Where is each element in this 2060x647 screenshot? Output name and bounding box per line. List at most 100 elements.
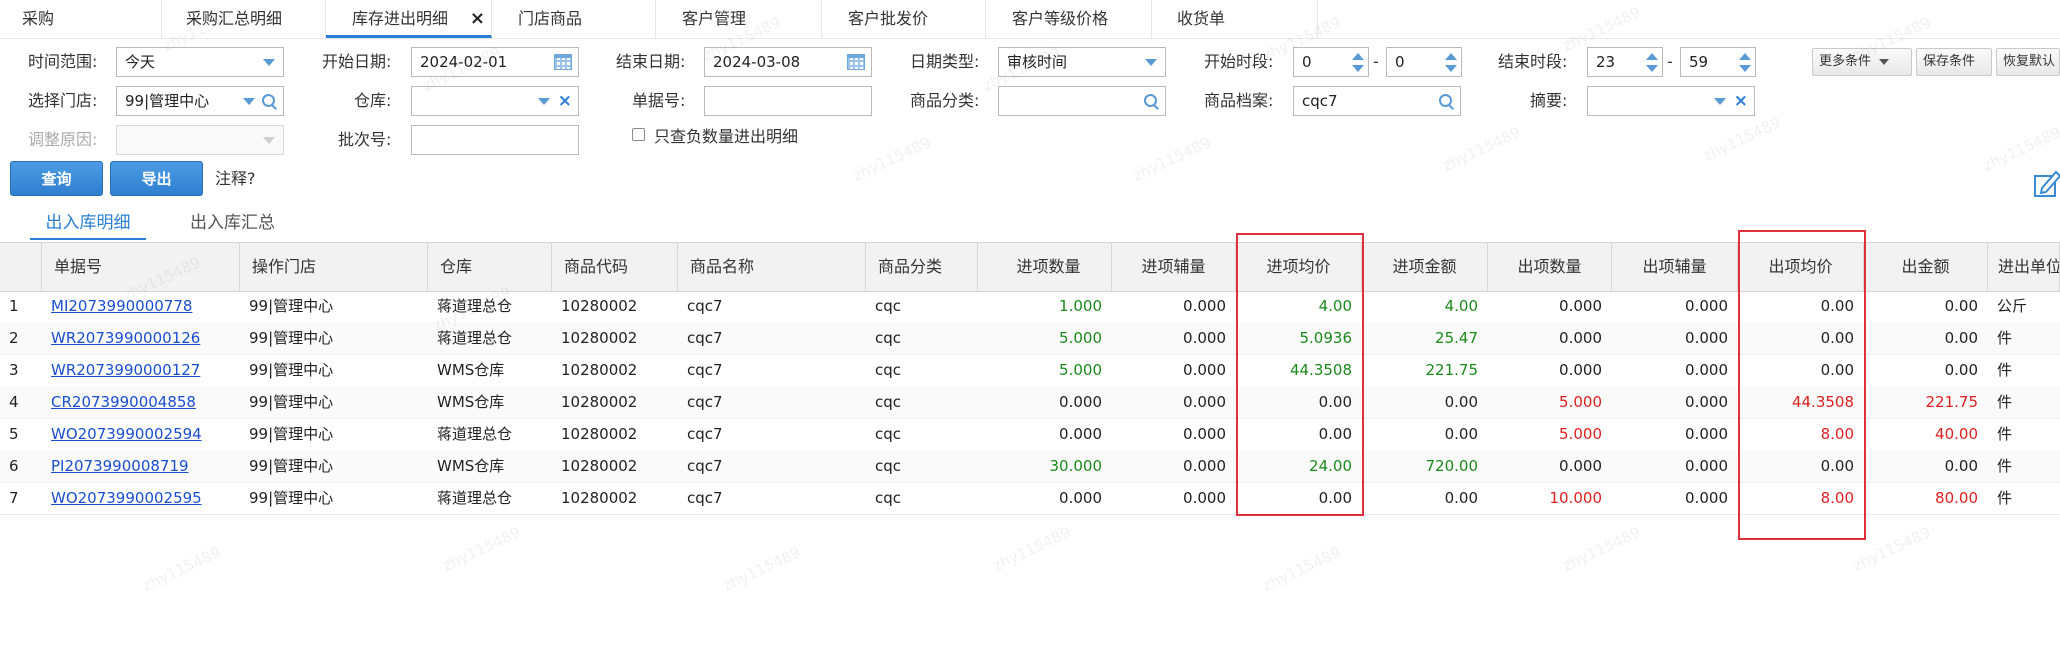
header-in-amount[interactable]: 进项金额 — [1362, 243, 1488, 291]
header-out-qty[interactable]: 出项数量 — [1488, 243, 1612, 291]
negative-only-checkbox[interactable] — [632, 128, 645, 141]
period-separator: - — [1373, 52, 1379, 71]
doc-no-link[interactable]: WR2073990000127 — [42, 354, 240, 386]
row-number: 1 — [9, 297, 19, 315]
time-range-select[interactable]: 今天 — [116, 47, 284, 77]
doc-no-link[interactable]: WR2073990000126 — [42, 322, 240, 354]
table-row[interactable]: 4 CR2073990004858 99|管理中心 WMS仓库 10280002 cqc7… — [0, 386, 2060, 419]
header-product-name[interactable]: 商品名称 — [678, 243, 866, 291]
close-icon[interactable]: × — [470, 0, 485, 38]
spinner-up-icon[interactable] — [1646, 53, 1658, 60]
search-icon[interactable] — [1143, 93, 1159, 109]
header-warehouse[interactable]: 仓库 — [428, 243, 552, 291]
header-in-aux[interactable]: 进项辅量 — [1112, 243, 1236, 291]
caret-down-icon — [1879, 58, 1890, 65]
table-row[interactable]: 5 WO2073990002594 99|管理中心 蒋道理总仓 10280002 cqc7… — [0, 418, 2060, 451]
cell-in-avg: 4.00 — [1318, 297, 1352, 315]
doc-no-link[interactable]: PI2073990008719 — [42, 450, 240, 482]
restore-default-button[interactable]: 恢复默认 — [1996, 48, 2060, 76]
end-minute-spinner[interactable]: 59 — [1680, 47, 1756, 77]
product-file-input[interactable]: cqc7 — [1293, 86, 1461, 116]
calendar-icon[interactable] — [847, 54, 865, 70]
header-out-amount[interactable]: 出金额 — [1864, 243, 1988, 291]
edit-icon[interactable] — [2034, 168, 2060, 198]
cell-category: cqc — [875, 457, 902, 475]
spinner-down-icon[interactable] — [1352, 65, 1364, 72]
header-in-avg[interactable]: 进项均价 — [1236, 243, 1362, 291]
doc-no-input[interactable] — [704, 86, 872, 116]
header-out-avg[interactable]: 出项均价 — [1738, 243, 1864, 291]
more-conditions-button[interactable]: 更多条件 — [1812, 48, 1912, 76]
tab-inventory-detail[interactable]: 库存进出明细 × — [326, 0, 492, 38]
table-row[interactable]: 6 PI2073990008719 99|管理中心 WMS仓库 10280002 cqc7… — [0, 450, 2060, 483]
header-out-aux[interactable]: 出项辅量 — [1612, 243, 1738, 291]
batch-no-input[interactable] — [411, 125, 579, 155]
subtab-in-out-detail[interactable]: 出入库明细 — [30, 210, 146, 240]
spinner-down-icon[interactable] — [1646, 65, 1658, 72]
category-input[interactable] — [998, 86, 1166, 116]
clear-x-icon[interactable]: × — [1734, 87, 1748, 115]
doc-no-link-text[interactable]: PI2073990008719 — [51, 457, 189, 475]
tab-purchase[interactable]: 采购 — [0, 0, 162, 38]
table-row[interactable]: 7 WO2073990002595 99|管理中心 蒋道理总仓 10280002 cqc7… — [0, 482, 2060, 515]
table-row[interactable]: 3 WR2073990000127 99|管理中心 WMS仓库 10280002 cqc7… — [0, 354, 2060, 387]
clear-x-icon[interactable]: × — [558, 87, 572, 115]
date-type-select[interactable]: 审核时间 — [998, 47, 1166, 77]
cell-out-amount: 40.00 — [1935, 425, 1978, 443]
doc-no-link[interactable]: WO2073990002595 — [42, 482, 240, 514]
start-hour-spinner[interactable]: 0 — [1293, 47, 1369, 77]
doc-no-link[interactable]: MI2073990000778 — [42, 290, 240, 322]
header-unit[interactable]: 进出单位 — [1988, 243, 2060, 291]
subtab-in-out-summary[interactable]: 出入库汇总 — [190, 210, 290, 238]
tab-customer-management[interactable]: 客户管理 — [656, 0, 822, 38]
header-store[interactable]: 操作门店 — [240, 243, 428, 291]
cell-category: cqc — [875, 393, 902, 411]
header-doc-no[interactable]: 单据号 — [42, 243, 240, 291]
doc-no-link-text[interactable]: WR2073990000126 — [51, 329, 200, 347]
tab-customer-level-price[interactable]: 客户等级价格 — [986, 0, 1152, 38]
doc-no-link-text[interactable]: CR2073990004858 — [51, 393, 196, 411]
header-category[interactable]: 商品分类 — [866, 243, 978, 291]
cell-product-code: 10280002 — [561, 329, 638, 347]
header-in-qty[interactable]: 进项数量 — [986, 243, 1112, 291]
store-select[interactable]: 99|管理中心 — [116, 86, 284, 116]
note-link[interactable]: 注释? — [215, 164, 256, 194]
start-date-input[interactable]: 2024-02-01 — [411, 47, 579, 77]
calendar-icon[interactable] — [554, 54, 572, 70]
save-conditions-button[interactable]: 保存条件 — [1916, 48, 1992, 76]
cell-in-amount: 25.47 — [1435, 329, 1478, 347]
end-date-input[interactable]: 2024-03-08 — [704, 47, 872, 77]
spinner-up-icon[interactable] — [1352, 53, 1364, 60]
spinner-up-icon[interactable] — [1739, 53, 1751, 60]
search-icon[interactable] — [261, 93, 277, 109]
spinner-up-icon[interactable] — [1445, 53, 1457, 60]
end-hour-spinner[interactable]: 23 — [1587, 47, 1663, 77]
doc-no-link-text[interactable]: WR2073990000127 — [51, 361, 200, 379]
query-button[interactable]: 查询 — [10, 161, 103, 196]
cell-out-aux: 0.000 — [1685, 393, 1728, 411]
tab-receipt[interactable]: 收货单 — [1152, 0, 1318, 38]
warehouse-select[interactable]: × — [411, 86, 579, 116]
export-button[interactable]: 导出 — [110, 161, 203, 196]
table-row[interactable]: 2 WR2073990000126 99|管理中心 蒋道理总仓 10280002 cqc7… — [0, 322, 2060, 355]
search-icon[interactable] — [1438, 93, 1454, 109]
start-minute-spinner[interactable]: 0 — [1386, 47, 1462, 77]
table-row[interactable]: 1 MI2073990000778 99|管理中心 蒋道理总仓 10280002 cqc7… — [0, 290, 2060, 323]
spinner-down-icon[interactable] — [1445, 65, 1457, 72]
spinner-down-icon[interactable] — [1739, 65, 1751, 72]
tab-store-products[interactable]: 门店商品 — [492, 0, 656, 38]
doc-no-link[interactable]: WO2073990002594 — [42, 418, 240, 450]
summary-select[interactable]: × — [1587, 86, 1755, 116]
cell-in-qty: 0.000 — [1059, 425, 1102, 443]
doc-no-link-text[interactable]: WO2073990002594 — [51, 425, 202, 443]
cell-warehouse: 蒋道理总仓 — [437, 425, 513, 443]
doc-no-link[interactable]: CR2073990004858 — [42, 386, 240, 418]
cell-out-amount: 221.75 — [1925, 393, 1979, 411]
doc-no-link-text[interactable]: WO2073990002595 — [51, 489, 202, 507]
warehouse-label: 仓库: — [354, 91, 392, 110]
tab-purchase-summary[interactable]: 采购汇总明细 — [162, 0, 326, 38]
doc-no-link-text[interactable]: MI2073990000778 — [51, 297, 192, 315]
header-product-code[interactable]: 商品代码 — [552, 243, 678, 291]
cell-out-qty: 10.000 — [1549, 489, 1603, 507]
tab-customer-wholesale-price[interactable]: 客户批发价 — [822, 0, 986, 38]
